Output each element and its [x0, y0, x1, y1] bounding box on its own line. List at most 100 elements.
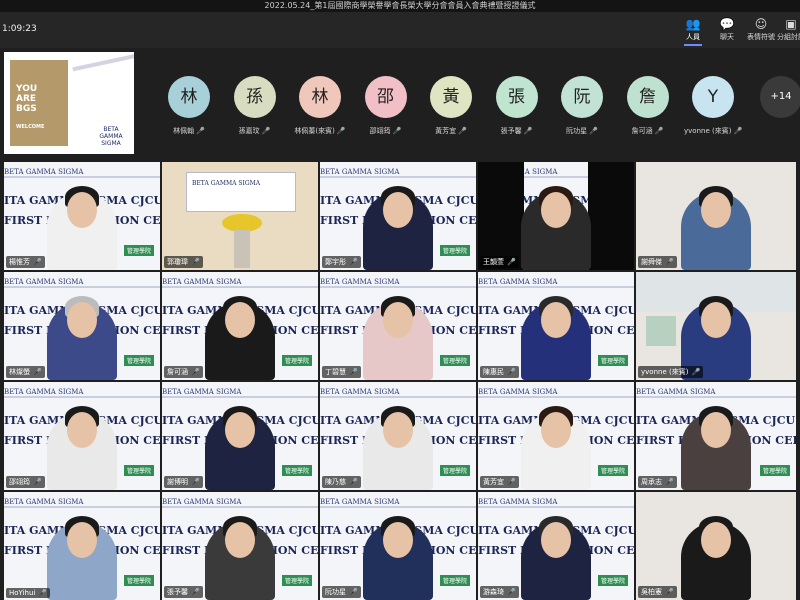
- video-tile[interactable]: BETA GAMMA SIGMAITA GAMMA SIGMA CJCU CHA…: [478, 272, 634, 380]
- more-participants-button[interactable]: +14: [760, 76, 800, 118]
- tile-name: 黃芳宜: [483, 478, 504, 486]
- mic-muted-icon: 🎤: [507, 258, 516, 266]
- video-tile[interactable]: BETA GAMMA SIGMAITA GAMMA SIGMA CJCU CHA…: [162, 492, 318, 600]
- tile-name: 陳乃慈: [325, 478, 346, 486]
- decor-stripe: [72, 52, 134, 72]
- tile-name: 鄭宇彤: [325, 258, 346, 266]
- tile-name: 游森琦: [483, 588, 504, 596]
- mic-muted-icon: 🎤: [191, 478, 200, 486]
- emoji-button[interactable]: ☺ 表情符號: [746, 18, 776, 42]
- video-tile[interactable]: BETA GAMMA SIGMAITA GAMMA SIGMA CJCU CHA…: [478, 162, 634, 270]
- banner-brand: BETA GAMMA SIGMA: [320, 168, 400, 176]
- participant-avatar[interactable]: 林林佩翰 🎤: [160, 76, 218, 136]
- banner-stripe: [478, 506, 634, 508]
- participant-avatar[interactable]: Yyvonne (來賓) 🎤: [684, 76, 742, 136]
- mic-muted-icon: 🎤: [38, 589, 48, 597]
- video-tile[interactable]: BETA GAMMA SIGMAITA GAMMA SIGMA CJCU CHA…: [4, 272, 160, 380]
- banner-stripe: [478, 286, 634, 288]
- person-head: [67, 522, 97, 558]
- person-head: [701, 412, 731, 448]
- participant-name-text: 邵翊筠: [369, 127, 391, 135]
- chat-button[interactable]: 💬 聊天: [712, 18, 742, 42]
- participant-name-label: yvonne (來賓) 🎤: [638, 366, 704, 378]
- participant-name-label: 邵翊筠 🎤: [6, 476, 45, 488]
- participant-avatar[interactable]: 詹詹可涵 🎤: [619, 76, 677, 136]
- mic-muted-icon: 🎤: [191, 588, 200, 596]
- banner-brand: BETA GAMMA SIGMA: [162, 388, 242, 396]
- participant-name-text: 黃芳宜: [435, 127, 457, 135]
- person-head: [383, 412, 413, 448]
- tile-name: 丁碧慧: [325, 368, 346, 376]
- video-tile[interactable]: BETA GAMMA SIGMAITA GAMMA SIGMA CJCU CHA…: [320, 272, 476, 380]
- tile-name: HoYihui: [9, 589, 36, 597]
- video-tile[interactable]: BETA GAMMA SIGMAITA GAMMA SIGMA CJCU CHA…: [636, 382, 796, 490]
- shared-content-thumbnail[interactable]: YOU ARE BGS WELCOME BETA GAMMA SIGMA: [4, 52, 134, 154]
- video-tile[interactable]: 謝舜傑 🎤: [636, 162, 796, 270]
- tile-name: 楊惟芳: [9, 258, 30, 266]
- banner-brand: BETA GAMMA SIGMA: [4, 168, 84, 176]
- college-logo: 管理學院: [597, 465, 628, 476]
- mic-muted-icon: 🎤: [349, 258, 358, 266]
- participant-name-label: 謝舜傑 🎤: [638, 256, 677, 268]
- person-head: [383, 302, 413, 338]
- participant-avatar[interactable]: 黃黃芳宜 🎤: [422, 76, 480, 136]
- participant-name-label: 楊惟芳 🎤: [6, 256, 45, 268]
- video-tile[interactable]: BETA GAMMA SIGMAITA GAMMA SIGMA CJCU CHA…: [162, 272, 318, 380]
- mic-muted-icon: 🎤: [261, 127, 271, 135]
- banner-brand: BETA GAMMA SIGMA: [320, 278, 400, 286]
- college-logo: 管理學院: [123, 575, 154, 586]
- participant-avatar[interactable]: 張張予馨 🎤: [488, 76, 546, 136]
- mic-muted-icon: 🎤: [349, 478, 358, 486]
- mic-muted-icon: 🎤: [665, 258, 674, 266]
- people-button[interactable]: 👥 人員: [678, 18, 708, 46]
- video-tile[interactable]: BETA GAMMA SIGMAITA GAMMA SIGMA CJCU CHA…: [478, 492, 634, 600]
- video-tile[interactable]: BETA GAMMA SIGMAITA GAMMA SIGMA CJCU CHA…: [4, 162, 160, 270]
- video-tile[interactable]: 吳柏憲 🎤: [636, 492, 796, 600]
- person-head: [541, 412, 571, 448]
- video-tile[interactable]: BETA GAMMA SIGMAITA GAMMA SIGMA CJCU CHA…: [4, 492, 160, 600]
- poster-image: YOU ARE BGS WELCOME: [10, 60, 68, 146]
- mic-muted-icon: 🎤: [33, 368, 42, 376]
- tile-name: 陳惠民: [483, 368, 504, 376]
- banner-brand: BETA GAMMA SIGMA: [478, 498, 558, 506]
- people-label: 人員: [686, 33, 700, 41]
- video-tile[interactable]: BETA GAMMA SIGMAITA GAMMA SIGMA CJCU CHA…: [320, 382, 476, 490]
- video-tile[interactable]: BETA GAMMA SIGMAITA GAMMA SIGMA CJCU CHA…: [478, 382, 634, 490]
- participant-avatar[interactable]: 邵邵翊筠 🎤: [357, 76, 415, 136]
- video-tile[interactable]: BETA GAMMA SIGMAITA GAMMA SIGMA CJCU CHA…: [320, 162, 476, 270]
- participant-name: 阮功星 🎤: [553, 126, 611, 136]
- participant-avatar[interactable]: 阮阮功星 🎤: [553, 76, 611, 136]
- college-logo: 管理學院: [123, 355, 154, 366]
- video-tile[interactable]: BETA GAMMA SIGMA 郭瓊瑋 🎤: [162, 162, 318, 270]
- mic-muted-icon: 🎤: [654, 127, 664, 135]
- video-tile[interactable]: BETA GAMMA SIGMAITA GAMMA SIGMA CJCU CHA…: [4, 382, 160, 490]
- person-head: [701, 192, 731, 228]
- mic-muted-icon: 🎤: [507, 478, 516, 486]
- participant-name: 林佩翰 🎤: [160, 126, 218, 136]
- participant-avatar[interactable]: 孫孫嘉玟 🎤: [226, 76, 284, 136]
- tile-name: 吳柏憲: [641, 588, 662, 596]
- participant-name-label: 黃芳宜 🎤: [480, 476, 519, 488]
- video-tile[interactable]: yvonne (來賓) 🎤: [636, 272, 796, 380]
- tile-name: 周承志: [641, 478, 662, 486]
- breakout-button[interactable]: ▣ 分組討論: [776, 18, 800, 42]
- college-logo: 管理學院: [281, 355, 312, 366]
- breakout-icon: ▣: [785, 17, 797, 31]
- video-tile[interactable]: BETA GAMMA SIGMAITA GAMMA SIGMA CJCU CHA…: [162, 382, 318, 490]
- avatar: 林: [299, 76, 341, 118]
- banner-brand: BETA GAMMA SIGMA: [162, 278, 242, 286]
- avatar: 林: [168, 76, 210, 118]
- banner-stripe: [320, 396, 476, 398]
- mic-muted-icon: 🎤: [458, 127, 467, 135]
- participant-avatar[interactable]: 林林佩蓁(來賓) 🎤: [291, 76, 349, 136]
- mic-muted-icon: 🎤: [507, 368, 516, 376]
- mic-muted-icon: 🎤: [349, 588, 358, 596]
- participant-name-label: 陳乃慈 🎤: [322, 476, 361, 488]
- participant-name: 孫嘉玟 🎤: [226, 126, 284, 136]
- video-tile[interactable]: BETA GAMMA SIGMAITA GAMMA SIGMA CJCU CHA…: [320, 492, 476, 600]
- college-logo: 管理學院: [597, 355, 628, 366]
- participant-name-label: 阮功星 🎤: [322, 586, 361, 598]
- participant-name: 詹可涵 🎤: [619, 126, 677, 136]
- banner-brand: BETA GAMMA SIGMA: [4, 388, 84, 396]
- participant-name: yvonne (來賓) 🎤: [684, 126, 742, 136]
